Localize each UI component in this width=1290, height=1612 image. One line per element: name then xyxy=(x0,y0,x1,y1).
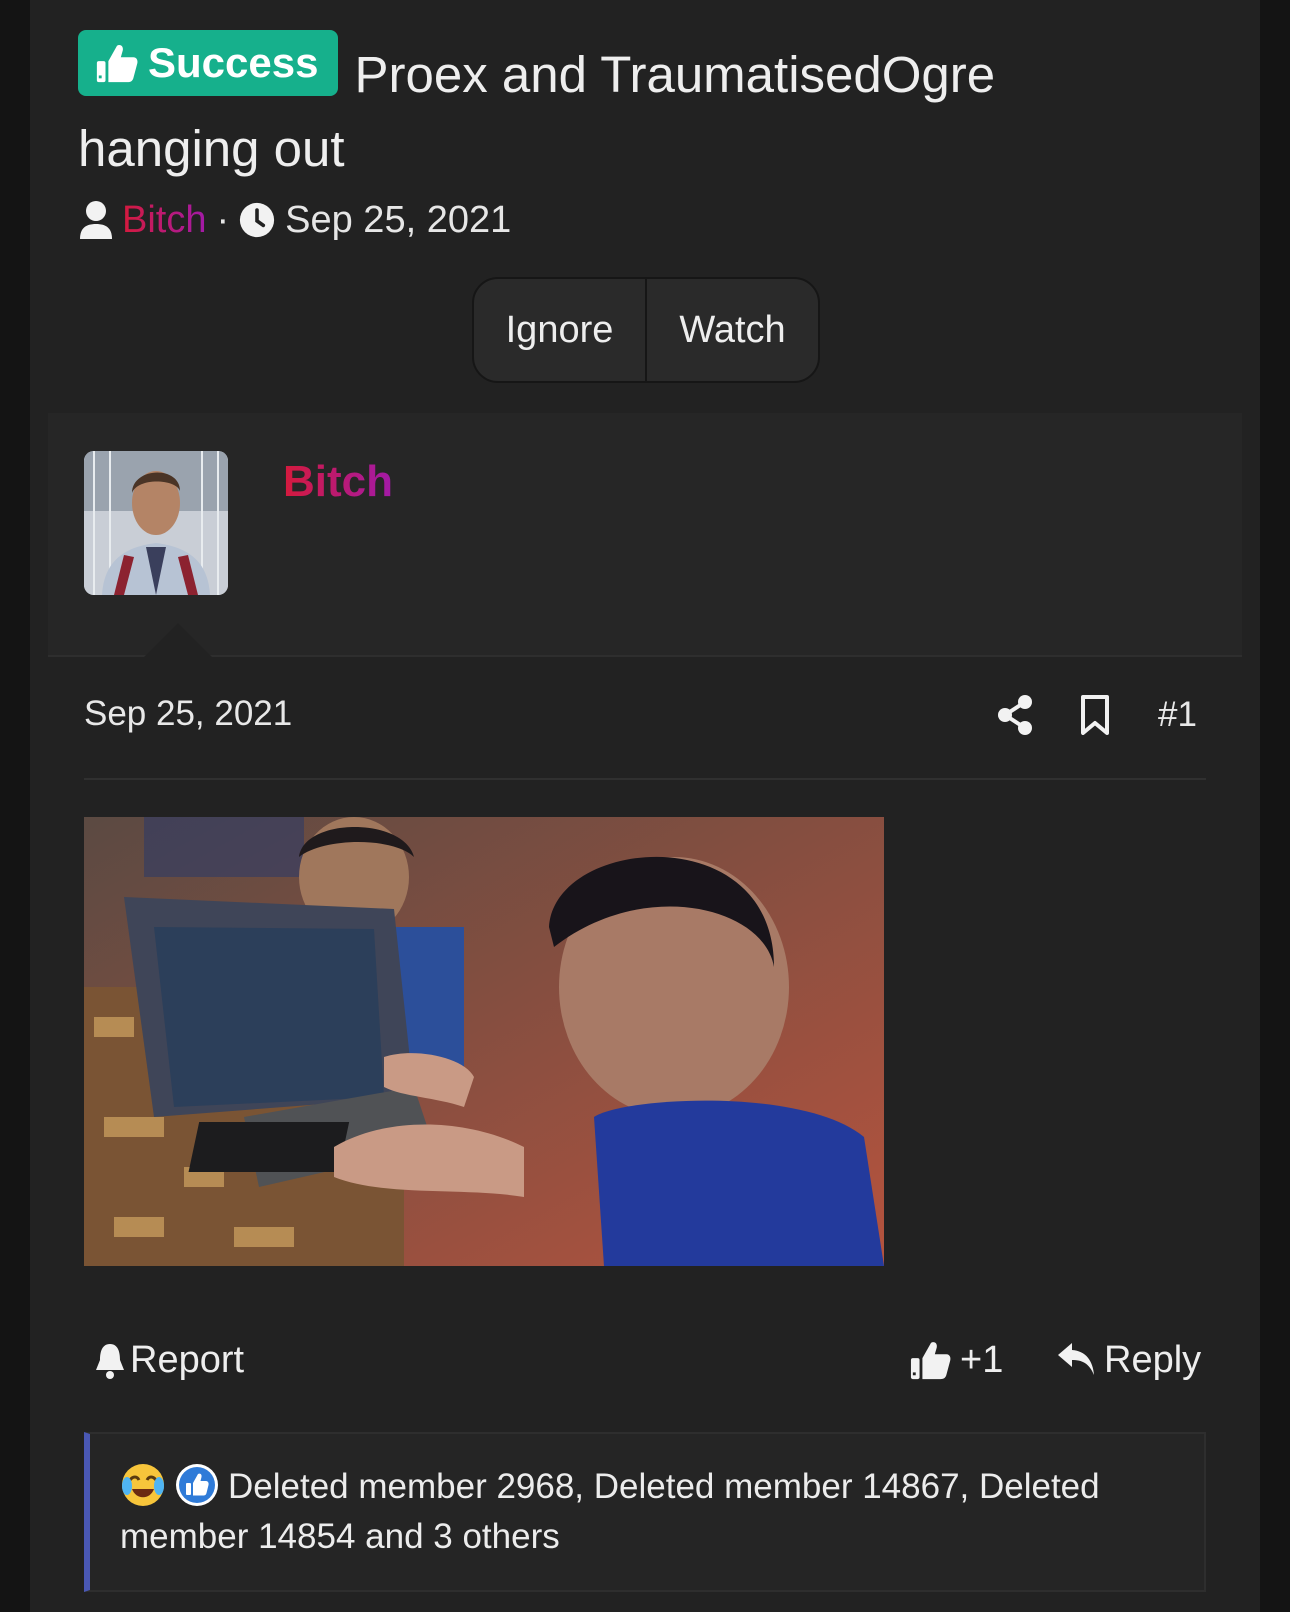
post-number-link[interactable]: #1 xyxy=(1158,695,1197,735)
thumbs-up-icon xyxy=(910,1342,951,1380)
clock-icon xyxy=(240,202,275,238)
thumbs-up-icon xyxy=(96,45,138,83)
post-date[interactable]: Sep 25, 2021 xyxy=(84,694,292,734)
post-footer: Report +1 Reply xyxy=(84,1330,1206,1390)
reactions-text: Deleted member 2968, Deleted member 1486… xyxy=(120,1467,1100,1556)
post-user-name[interactable]: Bitch xyxy=(283,457,393,507)
like-label: +1 xyxy=(960,1338,1004,1381)
page: Success Proex and TraumatisedOgre hanging… xyxy=(30,0,1260,1612)
bell-icon xyxy=(96,1344,124,1379)
report-button[interactable]: Report xyxy=(94,1330,244,1390)
avatar[interactable] xyxy=(84,451,228,595)
post-header-divider xyxy=(84,778,1206,780)
reply-button[interactable]: Reply xyxy=(1056,1330,1201,1390)
success-prefix-badge[interactable]: Success xyxy=(78,30,339,96)
reply-icon xyxy=(1058,1343,1094,1375)
thread-meta: Bitch · Sep 25, 2021 xyxy=(78,192,511,248)
post-photo xyxy=(84,817,884,1266)
share-icon[interactable] xyxy=(996,695,1034,735)
bookmark-icon[interactable] xyxy=(1076,695,1114,735)
like-reaction-icon xyxy=(174,1462,220,1508)
thread-title: Success Proex and TraumatisedOgre hanging… xyxy=(78,30,1178,186)
post-image[interactable] xyxy=(84,817,884,1266)
report-label: Report xyxy=(130,1338,245,1381)
thread-action-buttons: Ignore Watch xyxy=(472,277,820,383)
avatar-image xyxy=(84,451,228,595)
thread-author-link[interactable]: Bitch xyxy=(122,199,206,242)
user-block-arrow xyxy=(144,623,212,657)
meta-separator: · xyxy=(216,198,230,241)
reply-label: Reply xyxy=(1104,1338,1202,1381)
thread-date[interactable]: Sep 25, 2021 xyxy=(285,199,511,242)
prefix-label: Success xyxy=(148,39,319,86)
like-button[interactable]: +1 xyxy=(910,1330,1003,1390)
post-header-actions: #1 xyxy=(996,690,1197,740)
ignore-button[interactable]: Ignore xyxy=(474,279,645,381)
crying-laughing-emoji-icon xyxy=(120,1462,166,1508)
watch-button[interactable]: Watch xyxy=(645,279,818,381)
post-user-block: Bitch xyxy=(48,413,1242,657)
reactions-bar[interactable]: Deleted member 2968, Deleted member 1486… xyxy=(84,1432,1206,1592)
user-icon xyxy=(80,201,112,239)
